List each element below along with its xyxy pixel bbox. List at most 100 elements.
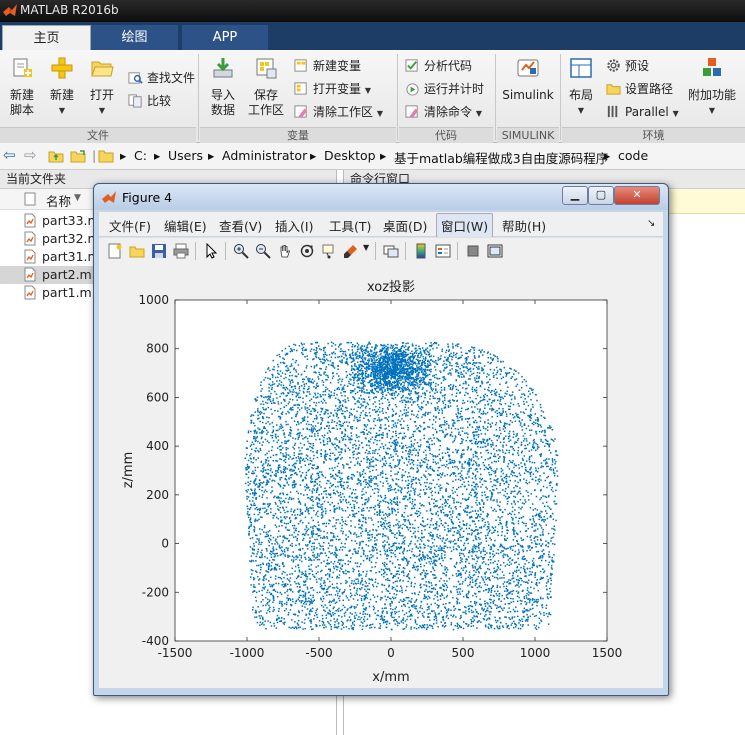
pointer-arrow-icon[interactable] [203, 243, 219, 259]
scatter-point [467, 507, 469, 509]
pan-hand-icon[interactable] [277, 243, 293, 259]
scatter-point [471, 506, 473, 508]
scatter-point [457, 486, 460, 489]
scatter-point [308, 513, 310, 515]
compare-button[interactable]: 比较 [128, 91, 171, 111]
open-file-icon[interactable] [129, 243, 145, 259]
path-segment-users[interactable]: Users [168, 148, 203, 163]
path-segment-code[interactable]: code [618, 148, 648, 163]
open-variable-button[interactable]: 打开变量 ▼ [294, 79, 371, 99]
scatter-point [532, 444, 534, 446]
scatter-point [362, 379, 364, 382]
save-workspace-button[interactable]: 保存 工作区 [246, 50, 286, 118]
save-icon[interactable] [151, 243, 167, 259]
simulink-button[interactable]: Simulink [500, 50, 556, 103]
print-icon[interactable] [173, 243, 189, 259]
new-script-button[interactable]: 新建 脚本 [4, 50, 40, 118]
scatter-point [262, 470, 265, 473]
menu-help[interactable]: 帮助(H) [502, 216, 546, 235]
parallel-dropdown-icon[interactable]: ▼ [673, 109, 679, 118]
menu-tools[interactable]: 工具(T) [329, 216, 371, 235]
forward-arrow-icon[interactable]: ⇨ [24, 146, 37, 164]
back-arrow-icon[interactable]: ⇦ [3, 146, 16, 164]
figure-canvas[interactable]: xoz投影 -1500 -1000 -500 0 500 1000 1500 -400 -200… [99, 264, 663, 688]
clear-workspace-dropdown-icon[interactable]: ▼ [377, 109, 383, 118]
scatter-point [320, 455, 322, 458]
scatter-point [520, 508, 522, 510]
scatter-point [547, 440, 549, 442]
import-data-button[interactable]: 导入 数据 [205, 50, 241, 118]
scatter-point [398, 520, 400, 523]
scatter-point [359, 356, 361, 359]
scatter-point [402, 535, 404, 537]
data-cursor-icon[interactable] [321, 243, 337, 259]
scatter-point [366, 461, 368, 464]
scatter-point [540, 544, 542, 547]
scatter-point [297, 382, 299, 384]
layout-button[interactable]: 布局 ▼ [564, 50, 598, 118]
parallel-button[interactable]: Parallel ▼ [606, 102, 679, 122]
scatter-point [463, 621, 465, 623]
hide-plot-tools-icon[interactable] [465, 243, 481, 259]
open-variable-dropdown-icon[interactable]: ▼ [365, 86, 371, 95]
menu-view[interactable]: 查看(V) [219, 216, 262, 235]
scatter-point [419, 462, 421, 464]
zoom-out-icon[interactable] [255, 243, 271, 259]
clear-commands-button[interactable]: 清除命令 ▼ [405, 102, 482, 122]
new-figure-icon[interactable] [107, 243, 123, 259]
clear-workspace-button[interactable]: 清除工作区 ▼ [294, 102, 383, 122]
colorbar-icon[interactable] [413, 243, 429, 259]
menu-window[interactable]: 窗口(W) [436, 213, 494, 238]
scatter-point [354, 415, 356, 417]
run-and-time-button[interactable]: 运行并计时 [405, 79, 484, 99]
brush-icon[interactable] [343, 243, 359, 259]
scatter-point [473, 355, 476, 357]
link-plot-icon[interactable] [383, 243, 399, 259]
scatter-point [458, 372, 460, 374]
up-folder-icon[interactable] [48, 148, 64, 164]
menu-file[interactable]: 文件(F) [109, 216, 151, 235]
path-segment-desktop[interactable]: Desktop [324, 148, 376, 163]
scatter-point [542, 495, 544, 497]
menu-desktop[interactable]: 桌面(D) [383, 216, 427, 235]
preferences-button[interactable]: 预设 [606, 56, 649, 76]
find-files-button[interactable]: 查找文件 [128, 68, 195, 88]
browse-folder-icon[interactable] [70, 148, 88, 164]
show-plot-tools-icon[interactable] [487, 243, 503, 259]
tab-home[interactable]: 主页 [2, 25, 91, 51]
tab-plots[interactable]: 绘图 [91, 25, 178, 50]
path-segment-user[interactable]: Administrator [222, 148, 307, 163]
clear-commands-dropdown-icon[interactable]: ▼ [476, 109, 482, 118]
scatter-point [284, 400, 286, 402]
scatter-point [301, 605, 304, 607]
tab-apps[interactable]: APP [182, 25, 268, 50]
brush-dropdown-icon[interactable]: ▼ [363, 243, 369, 252]
minimize-button[interactable]: ▁ [562, 186, 588, 205]
path-segment-drive[interactable]: C: [134, 148, 147, 163]
scatter-point [258, 564, 260, 567]
new-button[interactable]: 新建 ▼ [44, 50, 80, 118]
menu-dock-arrow-icon[interactable]: ↘ [647, 218, 655, 229]
open-button[interactable]: 打开 ▼ [84, 50, 120, 118]
scatter-point [298, 387, 300, 390]
close-button[interactable]: ✕ [614, 186, 660, 205]
scatter-point [514, 545, 517, 547]
scatter-point [388, 401, 390, 404]
scatter-point [489, 384, 491, 386]
scatter-point [449, 541, 452, 544]
zoom-in-icon[interactable] [233, 243, 249, 259]
path-segment-project[interactable]: 基于matlab编程做成3自由度源码程序 [394, 148, 608, 167]
analyze-code-button[interactable]: 分析代码 [405, 56, 472, 76]
menu-insert[interactable]: 插入(I) [275, 216, 313, 235]
maximize-button[interactable]: ▢ [588, 186, 614, 205]
legend-icon[interactable] [435, 243, 451, 259]
set-path-button[interactable]: 设置路径 [606, 79, 673, 99]
new-variable-button[interactable]: 新建变量 [294, 56, 361, 76]
rotate-3d-icon[interactable] [299, 243, 315, 259]
menu-edit[interactable]: 编辑(E) [164, 216, 207, 235]
scatter-point [383, 344, 386, 346]
scatter-point [334, 443, 336, 445]
scatter-point [269, 606, 271, 609]
addons-button[interactable]: 附加功能 ▼ [686, 50, 738, 118]
scatter-plot[interactable]: xoz投影 -1500 -1000 -500 0 500 1000 1500-400-200… [99, 264, 663, 688]
